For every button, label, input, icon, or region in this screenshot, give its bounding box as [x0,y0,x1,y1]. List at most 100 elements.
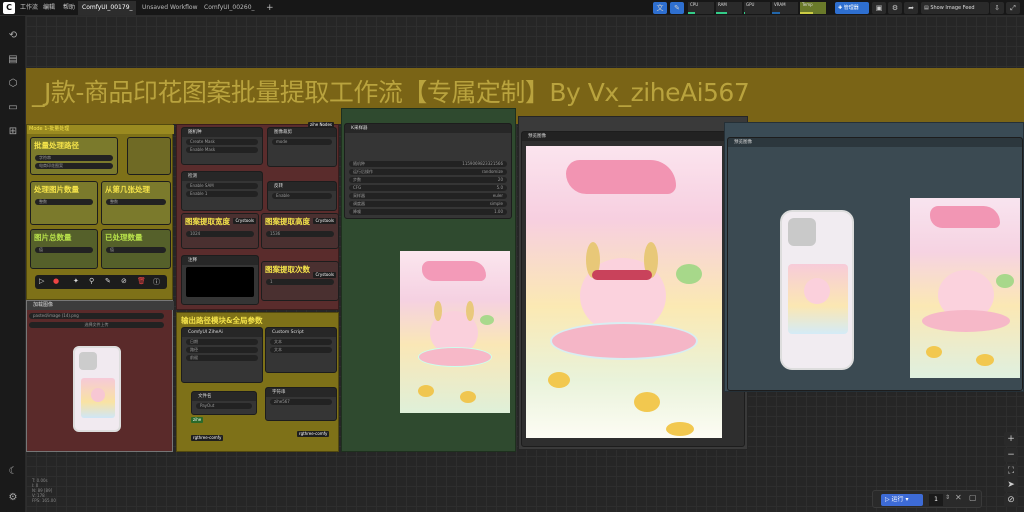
tab-workflow-3[interactable]: ComfyUI_00260_ [200,1,258,15]
stop-icon[interactable]: ▢ [969,493,977,502]
image-file-select[interactable]: pasted/image (14).png [29,313,164,319]
settings-gear-icon[interactable]: ⚙ [5,490,21,506]
bypass-icon[interactable]: ⊘ [121,277,127,285]
vram-monitor: VRAM [772,2,798,14]
image-icon[interactable]: ▣ [872,2,886,14]
zoom-out-icon[interactable]: − [1004,448,1018,462]
scheduler-row[interactable]: 调度器 simple [349,201,507,207]
zoom-in-icon[interactable]: + [1004,432,1018,446]
preview-image-large [526,146,722,438]
height-node[interactable]: 图案提取高度 Crystools 1536 [261,213,339,249]
fit-view-icon[interactable]: ⛶ [1004,464,1018,478]
seed-row[interactable]: 随机种 1159069823321566 [349,161,507,167]
collapse-icon[interactable]: ⤢ [1006,2,1020,14]
edit-icon[interactable]: ✎ [105,277,111,285]
brush-icon[interactable]: ✎ [670,2,684,14]
denoise-row[interactable]: 降噪 1.00 [349,209,507,215]
total-label: 图片总数量 [34,233,72,242]
mini-node[interactable] [127,137,171,175]
wand-icon[interactable]: ✦ [73,277,79,285]
crystools-badge-3: Crystools [313,272,336,278]
ksampler-node[interactable]: K采样器 随机种 1159069823321566 运行后操作 randomize … [344,123,512,219]
width-node[interactable]: 图案提取宽度 Crystools 1024 [181,213,259,249]
times-node[interactable]: 图案提取次数 Crystools 1 [261,261,339,301]
seed-node[interactable]: 随机种 Create Mask Enable Mask [181,127,263,165]
settings-icon[interactable]: ⚙ [888,2,902,14]
width-field[interactable]: 1024 [186,231,254,237]
crop-node[interactable]: 图像裁剪 mode zihe Nodes [267,122,337,167]
zihe-chip: zihe [191,417,204,423]
preview-group-1: 预览图像 [518,116,748,450]
gpu-monitor: GPU [744,2,770,14]
ksampler-header: K采样器 [345,124,511,133]
string-node[interactable]: 字符串 zihe567 [265,387,337,421]
start-field[interactable]: 整数 [106,199,166,205]
run-button[interactable]: ▷ 运行 ▾ [881,494,923,506]
new-tab-button[interactable]: + [262,1,278,15]
theme-icon[interactable]: ☾ [5,464,21,480]
note-node[interactable]: 注释 [181,255,259,305]
download-icon[interactable]: ⇩ [990,2,1004,14]
folder-icon[interactable]: ▭ [5,100,21,116]
feed-icon: ▤ [924,5,929,11]
chevron-down-icon: ▾ [905,496,909,503]
height-field[interactable]: 1536 [266,231,334,237]
share-icon[interactable]: ➦ [904,2,918,14]
invert-node[interactable]: 反转 Enable [267,181,337,211]
preview-node-2[interactable]: 预览图像 [727,137,1023,391]
count-node[interactable]: 处理图片数量 整数 [30,181,98,225]
total-node[interactable]: 图片总数量 值 [30,229,98,269]
manager-button[interactable]: ✚ 管理器 [835,2,869,14]
done-node[interactable]: 已处理数量 值 [101,229,171,269]
menu-workflow[interactable]: 工作流 [17,2,41,14]
app-logo-icon[interactable]: C [3,2,15,14]
pattern-output-image [910,198,1020,378]
count-field[interactable]: 整数 [35,199,93,205]
control-row[interactable]: 运行后操作 randomize [349,169,507,175]
node-library-icon[interactable]: ⬡ [5,76,21,92]
tab-workflow-2[interactable]: Unsaved Workflow [138,1,198,15]
filename-node[interactable]: 文件名 PayOut [191,391,257,415]
upload-button[interactable]: 选择文件上传 [29,322,164,328]
batch-count-input[interactable]: 1 [929,494,943,506]
temp-monitor: Temp [800,2,826,14]
pin-icon[interactable]: ⚲ [89,277,94,285]
model-icon[interactable]: ⊞ [5,124,21,140]
output-group: 输出路径模块&全局参数 ComfyUI ZiheAi 日期 路径 前缀 Custom … [176,312,339,452]
preview-node-1[interactable]: 预览图像 [521,131,745,447]
graph-canvas[interactable]: _J款-商品印花图案批量提取工作流【专属定制】By Vx_ziheAi567 M… [26,16,1024,512]
delete-icon[interactable]: 🗑 [137,277,146,285]
menu-edit[interactable]: 编辑 [40,2,58,14]
path-builder-node[interactable]: ComfyUI ZiheAi 日期 路径 前缀 [181,327,263,383]
custom-script-node[interactable]: Custom Script 文本 文本 [265,327,337,373]
cfg-row[interactable]: CFG 5.0 [349,185,507,191]
color-icon[interactable]: ● [53,277,59,285]
preview-header-1: 预览图像 [522,132,744,141]
toggle-links-icon[interactable]: ⊘ [1004,493,1018,507]
left-sidebar: ⟲ ▤ ⬡ ▭ ⊞ ☾ ⚙ [0,16,26,512]
history-icon[interactable]: ⟲ [5,28,21,44]
play-run-icon: ▷ [885,496,890,503]
rgthree-badge-1: rgthree-comfy [191,435,224,441]
sam-node[interactable]: 检测 Enable SAM Enable 1 [181,171,263,211]
cancel-icon[interactable]: ✕ [955,493,962,502]
translate-icon[interactable]: 文 [653,2,667,14]
queue-icon[interactable]: ▤ [5,52,21,68]
tab-workflow-1[interactable]: ComfyUI_00179_ ● [78,1,136,25]
path-field[interactable]: 字符串 [35,155,113,161]
path-field-2[interactable]: 电商印花图案 [35,163,113,169]
play-icon[interactable]: ▷ [39,277,44,285]
select-mode-icon[interactable]: ➤ [1004,478,1018,492]
count-stepper-icon[interactable]: ⇕ [945,494,950,501]
menu-help[interactable]: 帮助 [60,2,78,14]
start-node[interactable]: 从第几张处理 整数 [101,181,171,225]
times-field[interactable]: 1 [266,279,334,285]
path-node[interactable]: 批量处理路径 字符串 电商印花图案 [30,137,118,175]
info-icon[interactable]: ⓘ [153,277,160,287]
sampler-row[interactable]: 采样器 euler [349,193,507,199]
steps-row[interactable]: 步数 20 [349,177,507,183]
phone-case-preview [73,346,121,432]
show-image-feed-button[interactable]: ▤ Show Image Feed [921,2,989,14]
load-image-header: 加载图像 [27,301,174,310]
generated-image [400,251,510,413]
